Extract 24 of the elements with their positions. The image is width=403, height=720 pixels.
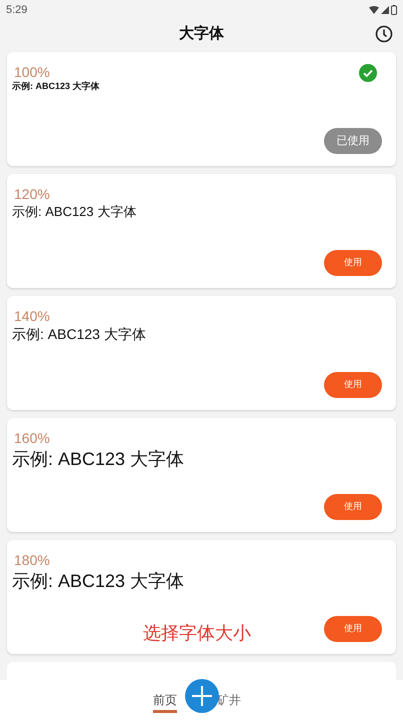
signal-icon xyxy=(381,6,389,14)
sample-text: 示例: ABC123 大字体 xyxy=(12,203,136,221)
wifi-icon xyxy=(369,6,379,14)
percent-label: 100% xyxy=(13,64,50,80)
history-icon[interactable] xyxy=(375,25,393,43)
page-title: 大字体 xyxy=(179,24,224,44)
plus-icon xyxy=(191,685,213,707)
sample-text: 示例: ABC123 大字体 xyxy=(12,80,100,93)
caption-text: 选择字体大小 xyxy=(143,622,251,645)
sample-text: 示例: ABC123 大字体 xyxy=(12,325,146,344)
battery-icon xyxy=(391,5,397,15)
percent-label: 180% xyxy=(13,552,50,568)
percent-label: 120% xyxy=(13,186,50,202)
percent-label: 160% xyxy=(13,430,50,446)
use-button[interactable]: 使用 xyxy=(324,616,382,642)
use-button[interactable]: 已使用 xyxy=(324,128,382,154)
status-time: 5:29 xyxy=(6,2,28,18)
sample-text: 示例: ABC123 大字体 xyxy=(12,570,184,593)
use-button[interactable]: 使用 xyxy=(324,494,382,520)
sample-text: 示例: ABC123 大字体 xyxy=(12,448,184,471)
percent-label: 140% xyxy=(13,308,50,324)
nav-tab[interactable]: 前页 xyxy=(153,692,177,713)
use-button[interactable]: 使用 xyxy=(324,372,382,398)
use-button[interactable]: 使用 xyxy=(324,250,382,276)
